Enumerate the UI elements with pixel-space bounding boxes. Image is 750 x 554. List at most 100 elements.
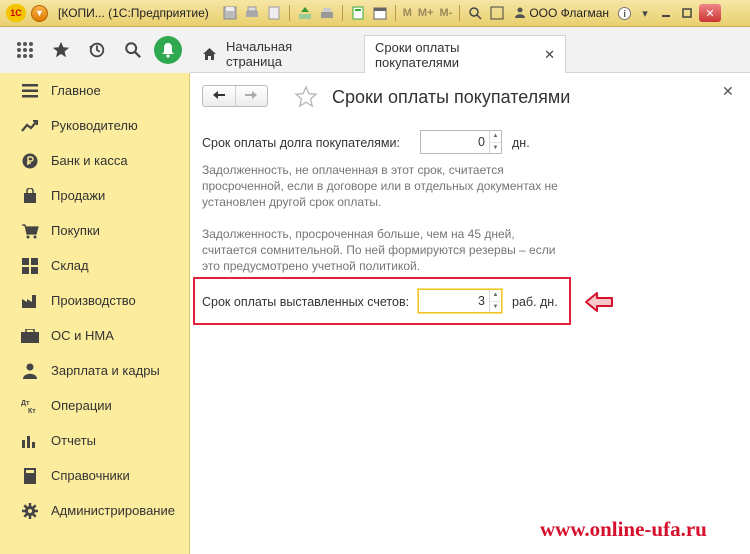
form-close-icon[interactable]: ✕: [722, 83, 734, 100]
book-icon: [20, 466, 40, 486]
scanner-icon[interactable]: [318, 4, 336, 22]
list-icon: [20, 81, 40, 101]
sidebar-item-assets[interactable]: ОС и НМА: [0, 318, 189, 353]
more-icon[interactable]: ▾: [636, 4, 654, 22]
note-line: просроченной, если в договоре или в отде…: [202, 179, 558, 193]
sidebar-item-label: Главное: [51, 83, 101, 98]
bar-chart-icon: [20, 431, 40, 451]
invoice-term-spinner[interactable]: ▲ ▼: [489, 290, 501, 312]
favorites-star-icon[interactable]: [46, 35, 76, 65]
zoom-icon[interactable]: [466, 4, 484, 22]
home-icon: [202, 47, 217, 61]
spin-up-icon[interactable]: ▲: [490, 290, 501, 301]
watermark: www.online-ufa.ru: [540, 517, 707, 541]
sidebar-item-salary[interactable]: Зарплата и кадры: [0, 353, 189, 388]
back-button[interactable]: [203, 86, 235, 106]
cart-icon: [20, 221, 40, 241]
fullscreen-icon[interactable]: [488, 4, 506, 22]
memory-button[interactable]: M: [403, 7, 412, 19]
debt-term-value: 0: [478, 135, 485, 149]
maximize-icon[interactable]: [678, 4, 696, 22]
favorite-star-icon[interactable]: [294, 85, 318, 109]
app-logo-icon: 1С: [6, 4, 26, 22]
invoice-term-unit: раб. дн.: [512, 295, 558, 309]
sidebar-item-catalogs[interactable]: Справочники: [0, 458, 189, 493]
form-area: Сроки оплаты покупателями ✕ Срок оплаты …: [190, 73, 750, 554]
search-icon[interactable]: [118, 35, 148, 65]
sidebar-item-main[interactable]: Главное: [0, 73, 189, 108]
history-icon[interactable]: [82, 35, 112, 65]
print-preview-icon[interactable]: [265, 4, 283, 22]
sidebar-item-operations[interactable]: Дт Кт Операции: [0, 388, 189, 423]
sidebar-item-label: Производство: [51, 293, 136, 308]
tab-close-icon[interactable]: ✕: [544, 47, 555, 63]
debt-term-spinner[interactable]: ▲ ▼: [489, 131, 501, 153]
upload-icon[interactable]: [296, 4, 314, 22]
sidebar-item-label: Руководителю: [51, 118, 138, 133]
os-box-icon: [20, 326, 40, 346]
sidebar-item-label: Отчеты: [51, 433, 96, 448]
sidebar-item-bank[interactable]: Банк и касса: [0, 143, 189, 178]
warehouse-grid-icon: [20, 256, 40, 276]
invoice-term-value: 3: [478, 294, 485, 308]
top-panel: Начальная страница Сроки оплаты покупате…: [0, 27, 750, 73]
sidebar-item-purchases[interactable]: Покупки: [0, 213, 189, 248]
gear-icon: [20, 501, 40, 521]
overdue-note: Задолженность, не оплаченная в этот срок…: [202, 162, 602, 210]
calculator-icon[interactable]: [349, 4, 367, 22]
history-nav: [202, 85, 268, 107]
organization-selector[interactable]: ООО Флагман: [514, 6, 609, 21]
notifications-bell-icon[interactable]: [154, 36, 182, 64]
window-title: [КОПИ... (1С:Предприятие): [58, 6, 209, 20]
note-line: Задолженность, просроченная больше, чем …: [202, 227, 515, 241]
sidebar-item-admin[interactable]: Администрирование: [0, 493, 189, 528]
note-line: установлен другой срок оплаты.: [202, 195, 382, 209]
sections-sidebar: Главное Руководителю Банк и касса Продаж…: [0, 73, 190, 554]
sidebar-item-production[interactable]: Производство: [0, 283, 189, 318]
note-line: Задолженность, не оплаченная в этот срок…: [202, 163, 504, 177]
invoice-term-label: Срок оплаты выставленных счетов:: [202, 295, 410, 309]
main-menu-button[interactable]: ▼: [31, 4, 48, 22]
calendar-icon[interactable]: [371, 4, 389, 22]
form-title: Сроки оплаты покупателями: [332, 87, 571, 107]
sidebar-item-director[interactable]: Руководителю: [0, 108, 189, 143]
spin-up-icon[interactable]: ▲: [490, 131, 501, 142]
info-icon[interactable]: [615, 4, 633, 22]
arrow-left-icon: [212, 89, 226, 103]
arrow-right-icon: [244, 89, 258, 103]
pointer-arrow-icon: [584, 291, 614, 316]
window-controls: ▾ ✕: [615, 4, 721, 22]
ruble-coin-icon: [20, 151, 40, 171]
memory-plus-button[interactable]: M+: [418, 7, 434, 19]
debt-term-label: Срок оплаты долга покупателями:: [202, 136, 400, 150]
svg-text:Дт: Дт: [21, 400, 30, 407]
tab-payment-terms-label: Сроки оплаты покупателями: [375, 39, 460, 70]
sidebar-item-reports[interactable]: Отчеты: [0, 423, 189, 458]
save-icon[interactable]: [221, 4, 239, 22]
print-icon[interactable]: [243, 4, 261, 22]
tab-payment-terms[interactable]: Сроки оплаты покупателями ✕: [364, 35, 566, 73]
minimize-icon[interactable]: [657, 4, 675, 22]
trend-icon: [20, 116, 40, 136]
spin-down-icon[interactable]: ▼: [490, 141, 501, 154]
sidebar-item-warehouse[interactable]: Склад: [0, 248, 189, 283]
svg-text:Кт: Кт: [28, 408, 36, 414]
invoice-term-input[interactable]: 3 ▲ ▼: [418, 289, 502, 313]
tab-home-label: Начальная страница: [226, 39, 293, 69]
quick-icons-bar: [0, 27, 190, 73]
shopping-bag-icon: [20, 186, 40, 206]
sidebar-item-label: Операции: [51, 398, 112, 413]
debt-term-unit: дн.: [512, 136, 530, 150]
debt-term-input[interactable]: 0 ▲ ▼: [420, 130, 502, 154]
apps-grid-icon[interactable]: [10, 35, 40, 65]
doubtful-note: Задолженность, просроченная больше, чем …: [202, 226, 602, 274]
tab-home[interactable]: Начальная страница: [192, 35, 358, 73]
close-window-icon[interactable]: ✕: [699, 4, 721, 22]
sidebar-item-label: Банк и касса: [51, 153, 128, 168]
person-icon: [20, 361, 40, 381]
sidebar-item-sales[interactable]: Продажи: [0, 178, 189, 213]
spin-down-icon[interactable]: ▼: [490, 300, 501, 313]
titlebar-toolbar: M M+ M-: [219, 4, 509, 22]
memory-minus-button[interactable]: M-: [440, 7, 453, 19]
forward-button[interactable]: [234, 86, 268, 106]
